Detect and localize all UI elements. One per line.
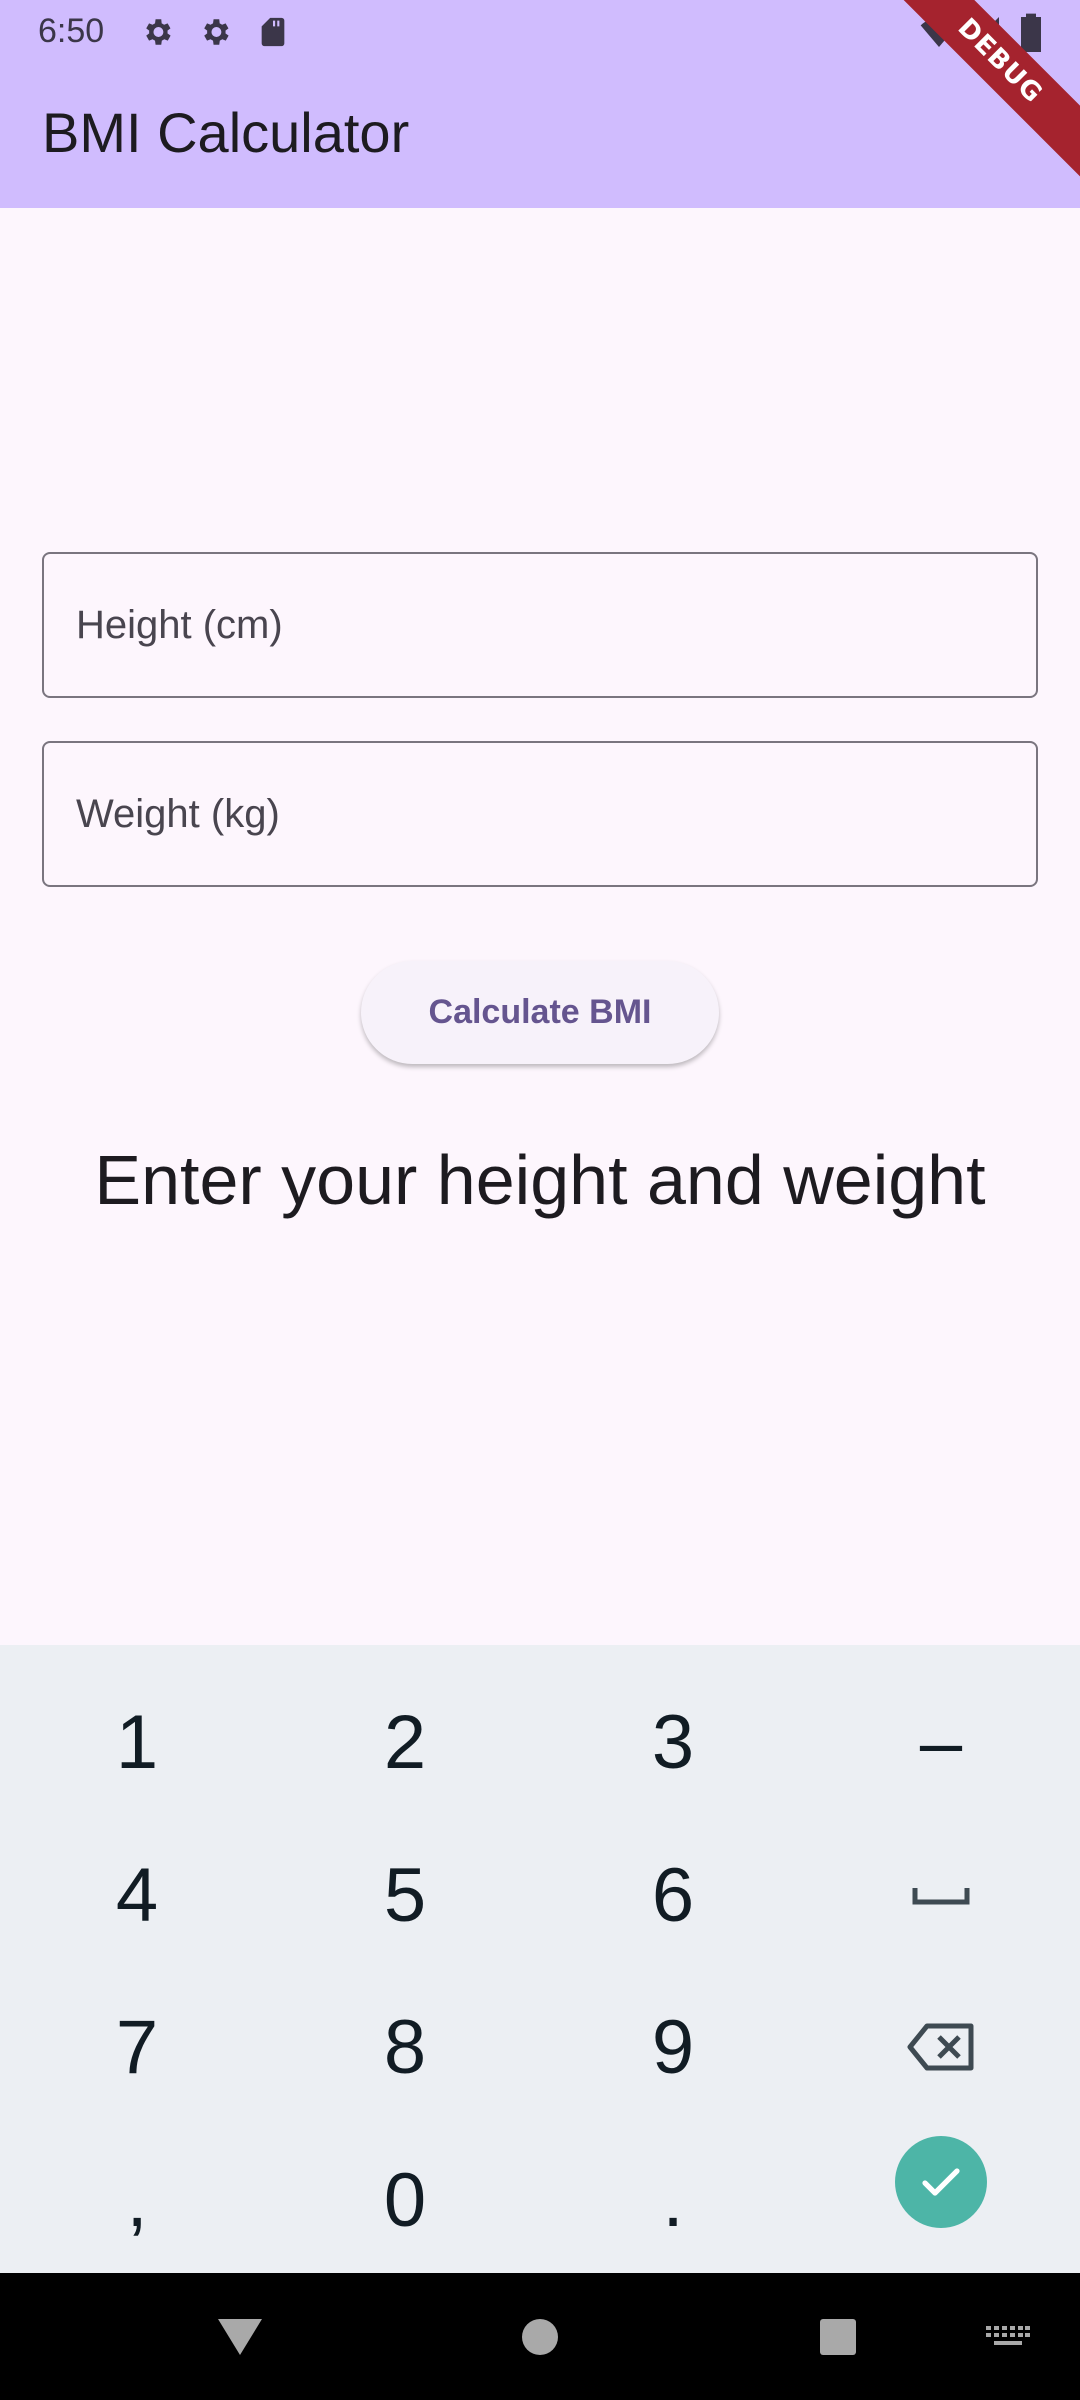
keyboard-switch-button[interactable] bbox=[958, 2273, 1058, 2400]
height-input[interactable] bbox=[42, 552, 1038, 698]
calculate-bmi-button[interactable]: Calculate BMI bbox=[361, 961, 719, 1064]
key-period[interactable]: . bbox=[539, 2125, 807, 2275]
key-7[interactable]: 7 bbox=[3, 1972, 271, 2122]
key-backspace[interactable] bbox=[807, 1972, 1075, 2122]
key-dash[interactable]: – bbox=[807, 1667, 1075, 1817]
home-button[interactable] bbox=[500, 2273, 580, 2400]
back-icon bbox=[218, 2318, 262, 2355]
key-3[interactable]: 3 bbox=[539, 1667, 807, 1817]
recents-icon bbox=[820, 2318, 856, 2355]
recents-button[interactable] bbox=[798, 2273, 878, 2400]
key-2[interactable]: 2 bbox=[271, 1667, 539, 1817]
battery-icon bbox=[1021, 13, 1041, 52]
navigation-bar bbox=[0, 2273, 1080, 2400]
key-1[interactable]: 1 bbox=[3, 1667, 271, 1817]
key-9[interactable]: 9 bbox=[539, 1972, 807, 2122]
key-0[interactable]: 0 bbox=[271, 2125, 539, 2275]
home-icon bbox=[522, 2318, 558, 2355]
backspace-icon bbox=[907, 2023, 974, 2071]
top-bar: 6:50 BMI Calculator DEBUG bbox=[0, 0, 1080, 208]
check-icon bbox=[922, 2168, 960, 2196]
key-comma[interactable]: , bbox=[3, 2125, 271, 2275]
weight-input[interactable] bbox=[42, 741, 1038, 887]
back-button[interactable] bbox=[200, 2273, 280, 2400]
result-text: Enter your height and weight bbox=[94, 1141, 986, 1219]
sd-card-icon bbox=[261, 17, 285, 47]
key-space[interactable] bbox=[807, 1820, 1075, 1970]
key-5[interactable]: 5 bbox=[271, 1820, 539, 1970]
gear-icon bbox=[204, 19, 229, 45]
key-6[interactable]: 6 bbox=[539, 1820, 807, 1970]
status-time: 6:50 bbox=[38, 12, 105, 50]
keyboard-icon bbox=[986, 2325, 1030, 2345]
done-key[interactable] bbox=[895, 2136, 987, 2228]
key-4[interactable]: 4 bbox=[3, 1820, 271, 1970]
gear-icon bbox=[146, 19, 171, 45]
key-8[interactable]: 8 bbox=[271, 1972, 539, 2122]
page-title: BMI Calculator bbox=[42, 101, 410, 164]
space-icon bbox=[912, 1888, 970, 1905]
